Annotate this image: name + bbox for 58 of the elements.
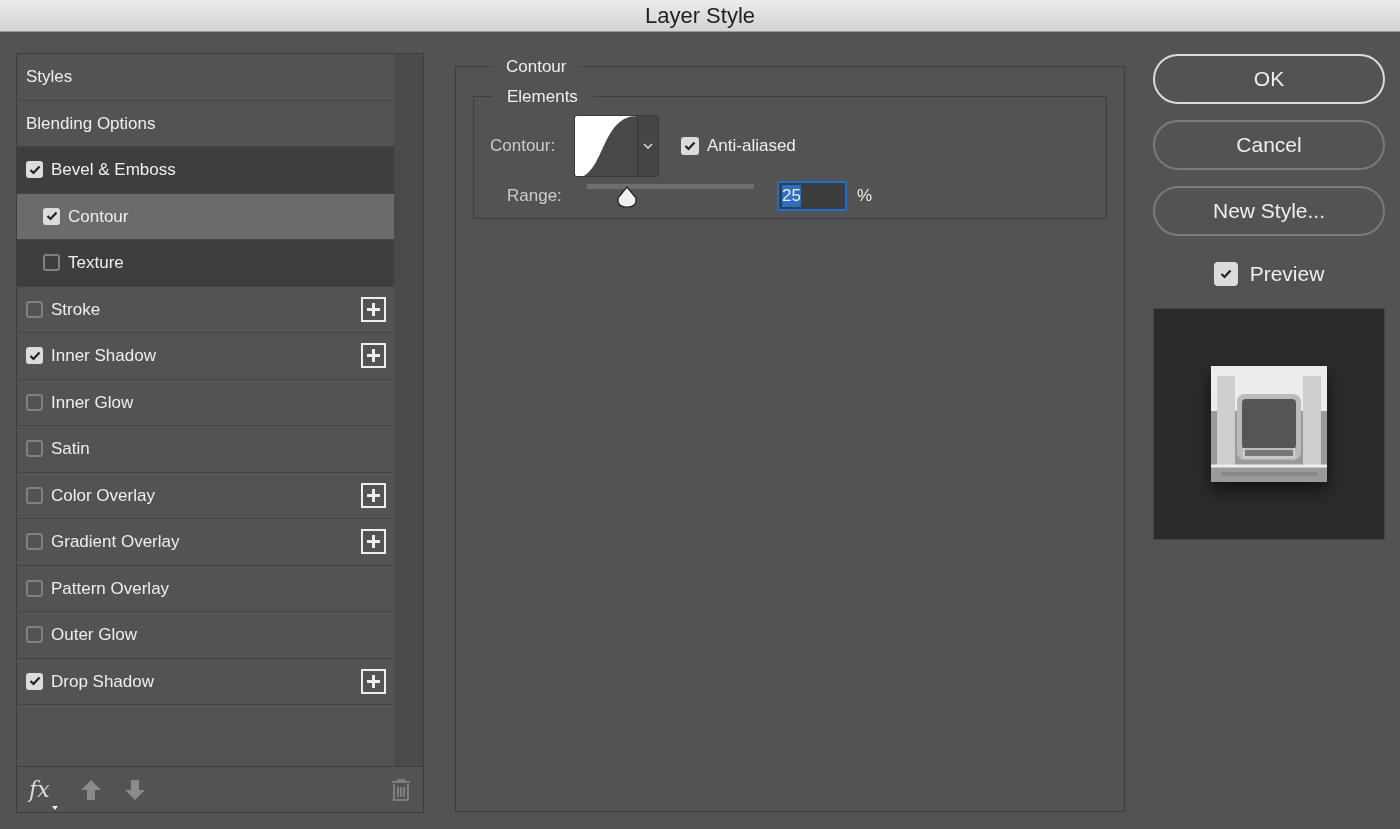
- range-label: Range:: [507, 185, 563, 208]
- checkbox[interactable]: [26, 672, 43, 690]
- style-name: Stroke: [51, 298, 102, 321]
- dialog-button[interactable]: New Style...: [1153, 186, 1385, 236]
- checkbox[interactable]: [26, 486, 43, 504]
- add-icon[interactable]: [361, 668, 386, 694]
- checkbox[interactable]: [26, 347, 43, 365]
- contour-picker[interactable]: [574, 115, 659, 177]
- checkmark-icon: [1219, 268, 1232, 279]
- checkbox[interactable]: [26, 161, 43, 179]
- percent-label: %: [857, 185, 873, 208]
- style-name: Blending Options: [26, 112, 157, 135]
- checkbox[interactable]: [26, 533, 43, 551]
- add-icon[interactable]: [361, 529, 386, 555]
- chevron-down-icon: [643, 143, 653, 149]
- style-name: Pattern Overlay: [51, 577, 171, 600]
- anti-aliased-checkbox[interactable]: [681, 137, 699, 155]
- preview-label: Preview: [1249, 261, 1325, 287]
- range-input[interactable]: 25: [777, 181, 847, 211]
- checkbox[interactable]: [26, 393, 43, 411]
- preview-checkbox[interactable]: [1213, 261, 1238, 286]
- window-title: Layer Style: [644, 2, 756, 30]
- style-list-item[interactable]: Texture: [17, 240, 394, 287]
- checkbox[interactable]: [26, 440, 43, 458]
- style-name: Bevel & Emboss: [51, 159, 177, 181]
- checkmark-icon: [684, 141, 696, 151]
- checkmark-icon: [28, 164, 41, 175]
- group-title: Contour: [505, 56, 568, 78]
- checkbox[interactable]: [43, 254, 60, 272]
- dialog-button[interactable]: OK: [1153, 54, 1385, 104]
- add-icon[interactable]: [361, 482, 386, 508]
- style-name: Contour: [68, 205, 130, 228]
- group-title: Elements: [506, 85, 579, 108]
- style-name: Inner Glow: [51, 391, 135, 414]
- add-icon[interactable]: [361, 296, 386, 322]
- checkmark-icon: [28, 676, 41, 687]
- slider-thumb[interactable]: [616, 186, 639, 208]
- style-name: Inner Shadow: [51, 345, 157, 367]
- style-name: Drop Shadow: [51, 670, 155, 693]
- style-name: Satin: [51, 438, 91, 460]
- style-name: Outer Glow: [51, 624, 138, 646]
- checkbox[interactable]: [26, 626, 43, 644]
- dialog-button[interactable]: Cancel: [1153, 120, 1385, 170]
- style-name: Color Overlay: [51, 484, 156, 507]
- anti-aliased-label: Anti-aliased: [707, 135, 796, 158]
- style-list-item[interactable]: Bevel & Emboss: [17, 147, 394, 194]
- style-name: Texture: [68, 252, 125, 274]
- style-list-item[interactable]: Contour: [17, 193, 394, 240]
- range-slider[interactable]: [587, 184, 754, 208]
- contour-label: Contour:: [490, 135, 557, 158]
- checkbox[interactable]: [26, 579, 43, 597]
- style-name: Styles: [26, 66, 74, 88]
- add-icon[interactable]: [361, 343, 386, 369]
- checkbox[interactable]: [43, 207, 60, 225]
- checkbox[interactable]: [26, 300, 43, 318]
- checkmark-icon: [28, 350, 41, 361]
- checkmark-icon: [45, 211, 58, 222]
- style-name: Gradient Overlay: [51, 531, 181, 553]
